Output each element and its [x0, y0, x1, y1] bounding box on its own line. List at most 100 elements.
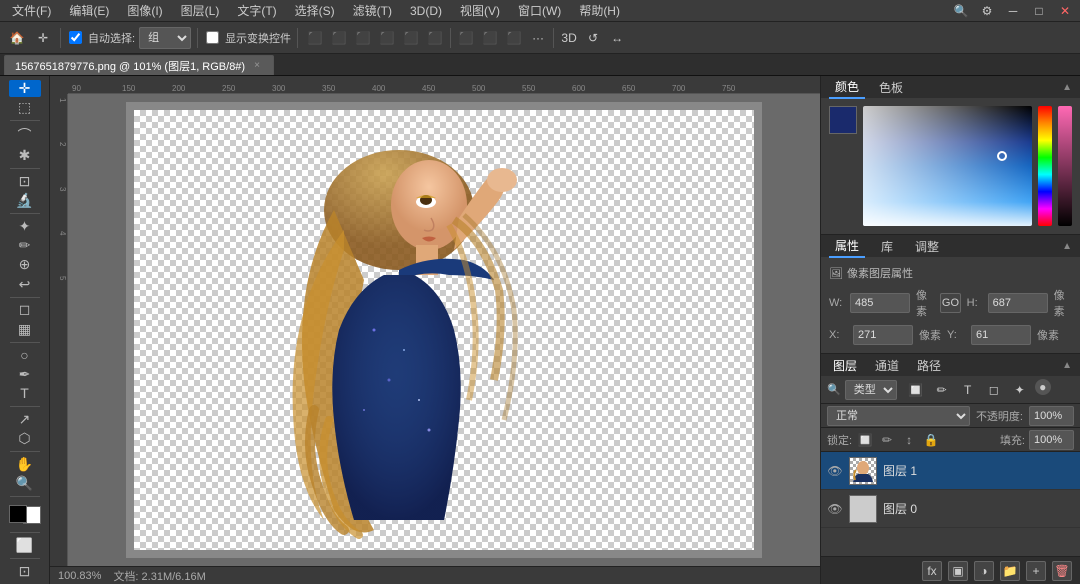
maximize-icon[interactable]: □: [1028, 0, 1050, 22]
search-icon[interactable]: 🔍: [950, 0, 972, 22]
menu-text[interactable]: 文字(T): [229, 0, 284, 21]
heal-brush-btn[interactable]: ✦: [9, 218, 41, 235]
color-gradient-picker[interactable]: [863, 106, 1032, 226]
auto-select-checkbox[interactable]: [69, 31, 82, 44]
height-input[interactable]: [988, 293, 1048, 313]
crop-tool-btn[interactable]: ⊡: [9, 173, 41, 190]
align-right-btn[interactable]: ⬛: [352, 27, 374, 49]
move-tool-btn[interactable]: ✛: [9, 80, 41, 97]
pen-tool-btn[interactable]: ✒: [9, 365, 41, 382]
menu-filter[interactable]: 滤镜(T): [345, 0, 400, 21]
shape-filter-btn[interactable]: ◻: [983, 379, 1005, 401]
y-input[interactable]: [971, 325, 1031, 345]
menu-layer[interactable]: 图层(L): [173, 0, 228, 21]
layers-panel-collapse[interactable]: ▲: [1062, 360, 1072, 371]
hue-strip[interactable]: [1038, 106, 1052, 226]
dodge-tool-btn[interactable]: ○: [9, 346, 41, 363]
adjustment-filter-btn[interactable]: ✏: [931, 379, 953, 401]
lock-transparent-btn[interactable]: 🔒: [922, 431, 940, 449]
brush-tool-btn[interactable]: ✏: [9, 237, 41, 254]
fill-input[interactable]: [1029, 430, 1074, 450]
menu-3d[interactable]: 3D(D): [402, 2, 450, 20]
delete-layer-btn[interactable]: 🗑: [1052, 561, 1072, 581]
link-dimensions-btn[interactable]: GO: [940, 293, 960, 313]
color-panel-collapse[interactable]: ▲: [1062, 82, 1072, 93]
layers-tab[interactable]: 图层: [829, 355, 861, 376]
close-icon[interactable]: ✕: [1054, 0, 1076, 22]
blend-mode-select[interactable]: 正常: [827, 406, 970, 426]
menu-edit[interactable]: 编辑(E): [61, 0, 117, 21]
library-tab[interactable]: 库: [875, 236, 899, 257]
lock-pixel-btn[interactable]: 🔲: [856, 431, 874, 449]
quick-mask-btn[interactable]: ⬜: [9, 537, 41, 554]
canvas-content[interactable]: [134, 110, 754, 550]
pixel-filter-btn[interactable]: 🔲: [905, 379, 927, 401]
props-panel-collapse[interactable]: ▲: [1062, 241, 1072, 252]
auto-select-dropdown[interactable]: 组 图层: [139, 27, 191, 49]
layer-item-1[interactable]: 👁 图层 1: [821, 452, 1080, 490]
new-layer-btn[interactable]: +: [1026, 561, 1046, 581]
x-input[interactable]: [853, 325, 913, 345]
zoom-tool-btn[interactable]: 🔍: [9, 475, 41, 492]
selection-tool-btn[interactable]: ⬚: [9, 99, 41, 116]
shape-tool-btn[interactable]: ⬡: [9, 430, 41, 447]
channels-tab[interactable]: 通道: [871, 355, 903, 376]
width-input[interactable]: [850, 293, 910, 313]
lasso-tool-btn[interactable]: ⌒: [9, 125, 41, 145]
eyedropper-btn[interactable]: 🔬: [9, 192, 41, 209]
layer-group-btn[interactable]: 📁: [1000, 561, 1020, 581]
lock-all-btn[interactable]: ↕: [900, 431, 918, 449]
paths-tab[interactable]: 路径: [913, 355, 945, 376]
layer-item-0[interactable]: 👁 图层 0: [821, 490, 1080, 528]
history-brush-btn[interactable]: ↩: [9, 275, 41, 292]
menu-help[interactable]: 帮助(H): [571, 0, 628, 21]
distribute-center-btn[interactable]: ⬛: [479, 27, 501, 49]
hand-tool-btn[interactable]: ✋: [9, 456, 41, 473]
align-center-h-btn[interactable]: ⬛: [328, 27, 350, 49]
layer-fx-btn[interactable]: fx: [922, 561, 942, 581]
screen-mode-btn[interactable]: ⊡: [9, 563, 41, 580]
layer-adjustment-btn[interactable]: ◑: [974, 561, 994, 581]
swatches-tab[interactable]: 色板: [873, 77, 909, 98]
distribute-left-btn[interactable]: ⬛: [455, 27, 477, 49]
layer-mask-btn[interactable]: ▣: [948, 561, 968, 581]
distribute-right-btn[interactable]: ⬛: [503, 27, 525, 49]
opacity-input[interactable]: [1029, 406, 1074, 426]
move-tool-icon[interactable]: ✛: [32, 27, 54, 49]
align-bottom-btn[interactable]: ⬛: [424, 27, 446, 49]
color-picker-cursor[interactable]: [997, 151, 1007, 161]
align-center-v-btn[interactable]: ⬛: [400, 27, 422, 49]
menu-select[interactable]: 选择(S): [287, 0, 343, 21]
menu-file[interactable]: 文件(F): [4, 0, 59, 21]
menu-window[interactable]: 窗口(W): [510, 0, 569, 21]
color-tab[interactable]: 颜色: [829, 76, 865, 99]
path-select-btn[interactable]: ↗: [9, 411, 41, 428]
menu-view[interactable]: 视图(V): [452, 0, 508, 21]
layer-0-visibility[interactable]: 👁: [827, 501, 843, 517]
text-tool-btn[interactable]: T: [9, 385, 41, 402]
tab-close-btn[interactable]: ×: [251, 60, 263, 72]
main-color-swatch[interactable]: [829, 106, 857, 134]
clone-stamp-btn[interactable]: ⊕: [9, 256, 41, 273]
lock-position-btn[interactable]: ✏: [878, 431, 896, 449]
more-options-btn[interactable]: ···: [527, 27, 549, 49]
text-filter-btn[interactable]: T: [957, 379, 979, 401]
color-swatches[interactable]: [7, 505, 43, 525]
transform-checkbox[interactable]: [206, 31, 219, 44]
props-tab[interactable]: 属性: [829, 235, 865, 258]
menu-image[interactable]: 图像(I): [119, 0, 170, 21]
canvas-scroll-area[interactable]: [68, 94, 820, 566]
minimize-icon[interactable]: ─: [1002, 0, 1024, 22]
align-left-btn[interactable]: ⬛: [304, 27, 326, 49]
document-tab[interactable]: 1567651879776.png @ 101% (图层1, RGB/8#) ×: [4, 55, 274, 75]
alpha-strip[interactable]: [1058, 106, 1072, 226]
align-top-btn[interactable]: ⬛: [376, 27, 398, 49]
filter-toggle-btn[interactable]: ●: [1035, 379, 1051, 395]
rotate-btn[interactable]: ↺: [582, 27, 604, 49]
foreground-color-swatch[interactable]: [9, 505, 27, 523]
3d-rotate-btn[interactable]: 3D: [558, 27, 580, 49]
settings-icon[interactable]: ⚙: [976, 0, 998, 22]
smart-filter-btn[interactable]: ✦: [1009, 379, 1031, 401]
layer-type-filter[interactable]: 类型: [845, 380, 897, 400]
home-icon[interactable]: 🏠: [6, 27, 28, 49]
